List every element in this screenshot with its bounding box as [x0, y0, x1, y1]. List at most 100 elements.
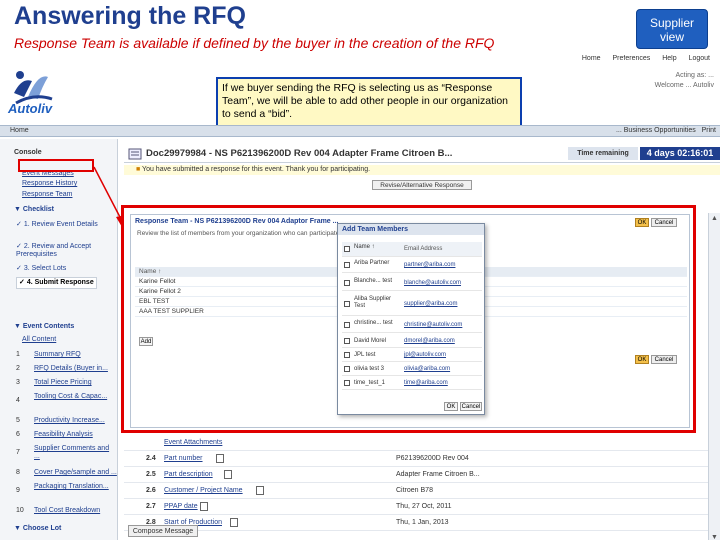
attachment-icon[interactable]: [200, 502, 208, 511]
cancel-button-bottom[interactable]: Cancel: [651, 355, 677, 364]
member-checkbox[interactable]: [344, 366, 350, 372]
scroll-up-icon[interactable]: ▲: [711, 215, 718, 222]
top-nav-help[interactable]: Help: [662, 55, 676, 62]
document-title: Doc29979984 - NS P621396200D Rev 004 Ada…: [146, 148, 453, 159]
user-line-1: Acting as: ...: [675, 72, 714, 79]
member-checkbox[interactable]: [344, 338, 350, 344]
member-email[interactable]: christine@autoliv.com: [404, 322, 462, 328]
table-row: 2.4 Part number P621396200D Rev 004: [124, 451, 720, 467]
slide: Answering the RFQ Response Team is avail…: [0, 0, 720, 540]
attachment-icon[interactable]: [216, 454, 224, 463]
member-checkbox[interactable]: [344, 280, 350, 286]
checklist-item-3[interactable]: ✓ 3. Select Lots: [16, 265, 66, 273]
row-name[interactable]: Part description: [164, 471, 213, 478]
add-member-button[interactable]: Add: [139, 337, 153, 346]
row-name[interactable]: Part number: [164, 455, 203, 462]
attachment-icon[interactable]: [256, 486, 264, 495]
event-content-item[interactable]: Total Piece Pricing: [34, 379, 92, 387]
checklist-heading[interactable]: ▼ Checklist: [14, 206, 54, 213]
member-name: time_test_1: [354, 380, 386, 386]
event-content-item[interactable]: Cover Page/sample and ...: [34, 469, 117, 477]
row-name[interactable]: PPAP date: [164, 503, 198, 510]
member-email[interactable]: blanche@autoliv.com: [404, 280, 461, 286]
event-contents-heading[interactable]: ▼ Event Contents: [14, 323, 74, 330]
page-subtitle: Response Team is available if defined by…: [14, 35, 495, 51]
top-nav-home[interactable]: Home: [582, 55, 601, 62]
table-row: 2.5 Part description Adapter Frame Citro…: [124, 467, 720, 483]
revise-response-button[interactable]: Revise/Alternative Response: [372, 180, 472, 190]
top-nav-logout[interactable]: Logout: [689, 55, 710, 62]
response-team-description: Review the list of members from your org…: [137, 230, 347, 237]
nav-bar: Home ... Business Opportunities Print: [0, 125, 720, 137]
time-remaining-value: 4 days 02:16:01: [640, 147, 720, 160]
event-content-item[interactable]: Feasibility Analysis: [34, 431, 93, 439]
dialog-cancel-button[interactable]: Cancel: [460, 402, 482, 411]
response-team-title: Response Team - NS P621396200D Rev 004 A…: [135, 218, 339, 225]
cancel-button[interactable]: Cancel: [651, 218, 677, 227]
member-name: Blanche... test: [354, 278, 393, 284]
row-number: 2.7: [146, 503, 156, 510]
ok-button[interactable]: OK: [635, 218, 649, 227]
sidebar-link-response-team[interactable]: Response Team: [22, 191, 72, 198]
time-remaining-label: Time remaining: [568, 147, 638, 160]
scroll-down-icon[interactable]: ▼: [711, 534, 718, 540]
checklist-item-2[interactable]: ✓ 2. Review and Accept Prerequisites: [16, 243, 112, 259]
row-name[interactable]: Customer / Project Name: [164, 487, 243, 494]
member-name: Ariba Partner: [354, 260, 390, 266]
member-email[interactable]: dmorel@ariba.com: [404, 338, 455, 344]
member-checkbox[interactable]: [344, 301, 350, 307]
member-name: JPL test: [354, 352, 376, 358]
member-email[interactable]: partner@ariba.com: [404, 262, 455, 268]
member-email[interactable]: time@ariba.com: [404, 380, 448, 386]
vertical-scrollbar[interactable]: ▲ ▼: [708, 213, 720, 540]
compose-message-button[interactable]: Compose Message: [128, 525, 198, 537]
event-contents-all[interactable]: All Content: [22, 336, 56, 343]
checklist-item-4[interactable]: ✓ 4. Submit Response: [16, 277, 97, 289]
nav-business-opportunities[interactable]: ... Business Opportunities: [616, 127, 696, 134]
member-checkbox[interactable]: [344, 352, 350, 358]
nav-right: ... Business Opportunities Print: [616, 127, 716, 134]
event-content-item[interactable]: RFQ Details (Buyer in...: [34, 365, 108, 373]
dialog-table-header: Name ↑ Email Address: [342, 242, 482, 257]
dialog-ok-button[interactable]: OK: [444, 402, 458, 411]
choose-lot-heading[interactable]: ▼ Choose Lot: [14, 525, 61, 532]
event-content-item[interactable]: Tool Cost Breakdown: [34, 507, 100, 515]
autoliv-logo-text: Autoliv: [8, 101, 53, 116]
event-content-item[interactable]: Supplier Comments and ...: [34, 445, 114, 461]
event-content-item[interactable]: Summary RFQ: [34, 351, 81, 359]
event-content-num: 5: [16, 417, 20, 424]
list-item: olivia test 3 olivia@ariba.com: [342, 364, 482, 376]
member-name: christine... test: [354, 320, 393, 326]
member-checkbox[interactable]: [344, 262, 350, 268]
member-checkbox[interactable]: [344, 380, 350, 386]
nav-home[interactable]: Home: [10, 127, 29, 134]
event-content-item[interactable]: Productivity Increase...: [34, 417, 105, 425]
row-value: Citroen B78: [396, 487, 433, 494]
select-all-checkbox[interactable]: [344, 246, 350, 252]
event-content-item[interactable]: Tooling Cost & Capac...: [34, 393, 114, 401]
table-row: 2.7 PPAP date Thu, 27 Oct, 2011: [124, 499, 720, 515]
list-item: JPL test jpl@autoliv.com: [342, 350, 482, 362]
event-content-item[interactable]: Packaging Translation...: [34, 483, 114, 491]
member-checkbox[interactable]: [344, 322, 350, 328]
row-value: P621396200D Rev 004: [396, 455, 469, 462]
sidebar-link-response-history[interactable]: Response History: [22, 180, 77, 187]
nav-print[interactable]: Print: [702, 127, 716, 134]
row-name[interactable]: Event Attachments: [164, 439, 222, 446]
attachment-icon[interactable]: [230, 518, 238, 527]
user-line-2: Welcome ... Autoliv: [654, 82, 714, 89]
top-nav-preferences[interactable]: Preferences: [613, 55, 651, 62]
member-name: David Morel: [354, 338, 387, 344]
supplier-view-badge: Supplier view: [636, 9, 708, 49]
email-column-header[interactable]: Email Address: [404, 246, 442, 252]
member-email[interactable]: jpl@autoliv.com: [404, 352, 446, 358]
member-email[interactable]: olivia@ariba.com: [404, 366, 450, 372]
attachment-icon[interactable]: [224, 470, 232, 479]
ok-button-bottom[interactable]: OK: [635, 355, 649, 364]
member-email[interactable]: supplier@ariba.com: [404, 301, 457, 307]
name-column-header[interactable]: Name ↑: [354, 244, 402, 251]
top-nav: Home Preferences Help Logout: [582, 55, 720, 62]
app-screenshot: Home Preferences Help Logout Autoliv Act…: [0, 55, 720, 540]
list-item: time_test_1 time@ariba.com: [342, 378, 482, 390]
table-row: Event Attachments: [124, 435, 720, 451]
